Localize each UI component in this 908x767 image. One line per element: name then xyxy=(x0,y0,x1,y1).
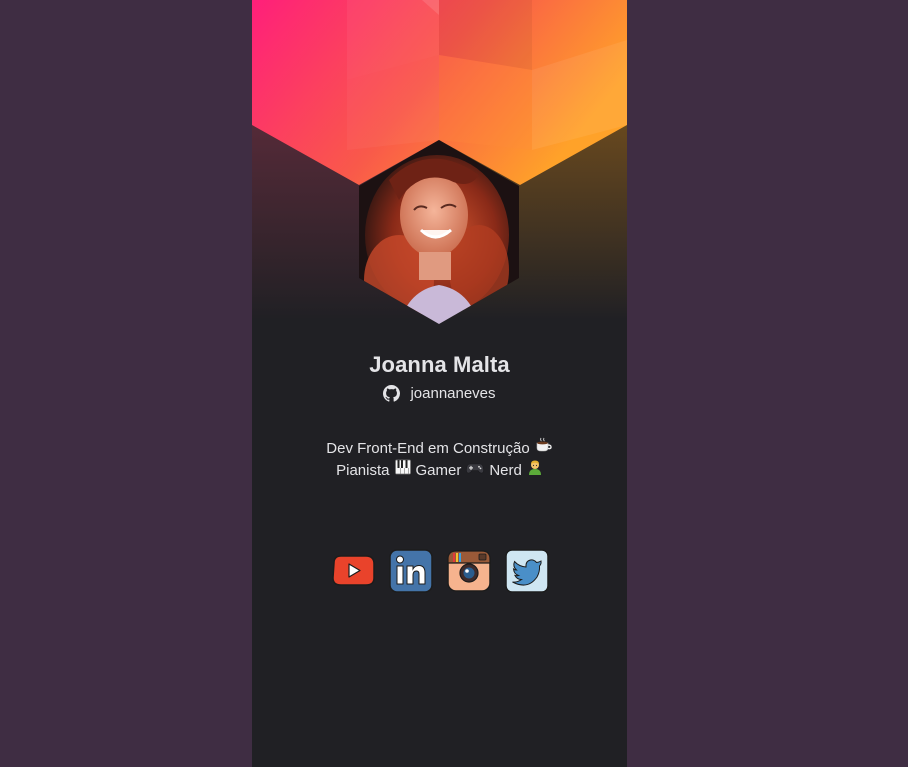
bio-nerd: Nerd xyxy=(489,461,522,479)
bio-pianista: Pianista xyxy=(336,461,390,479)
github-username: joannaneves xyxy=(410,385,496,402)
social-links xyxy=(252,548,627,594)
nerd-emoji xyxy=(527,459,543,481)
github-icon xyxy=(383,385,401,402)
github-link[interactable]: joannaneves xyxy=(252,385,627,402)
youtube-icon[interactable] xyxy=(330,548,376,594)
profile-name: Joanna Malta xyxy=(369,352,510,377)
profile-card: Joanna Malta joannaneves Dev Front-End e… xyxy=(252,0,627,767)
bio: Dev Front-End em Construção Pianista Gam… xyxy=(252,437,627,481)
avatar xyxy=(359,140,519,324)
linkedin-icon[interactable] xyxy=(388,548,434,594)
coffee-emoji xyxy=(535,437,553,459)
bio-line-1: Dev Front-End em Construção xyxy=(326,439,530,457)
instagram-icon[interactable] xyxy=(446,548,492,594)
twitter-icon[interactable] xyxy=(504,548,550,594)
gamepad-emoji xyxy=(466,460,485,481)
bio-gamer: Gamer xyxy=(415,461,462,479)
piano-emoji xyxy=(394,459,411,481)
